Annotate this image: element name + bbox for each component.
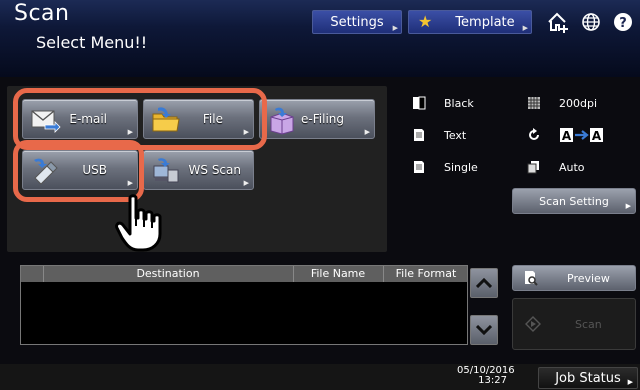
- help-icon[interactable]: ?: [610, 11, 636, 33]
- svg-text:A: A: [592, 129, 602, 143]
- resolution-icon: [528, 97, 540, 109]
- auto-size-icon: [527, 161, 539, 174]
- arrow-up-icon: [476, 278, 492, 288]
- job-status-label: Job Status: [555, 370, 621, 386]
- scan-screen: Scan Select Menu!! Settings ▶ ★ Template…: [0, 0, 640, 390]
- ws-scan-label: WS Scan: [188, 163, 241, 177]
- svg-text:?: ?: [619, 16, 627, 31]
- scan-start-icon: [525, 316, 541, 332]
- settings-button[interactable]: Settings ▶: [312, 10, 402, 34]
- black-mode-icon: [413, 96, 426, 110]
- submenu-arrow-icon: ▶: [522, 24, 528, 32]
- resolution-value: 200dpi: [559, 96, 598, 110]
- resolution-setting[interactable]: 200dpi: [527, 92, 597, 114]
- date-time: 05/10/2016 13:27: [457, 366, 515, 386]
- submenu-arrow-icon: ▶: [625, 202, 631, 210]
- size-setting[interactable]: Auto: [527, 156, 585, 178]
- submenu-arrow-icon: ▶: [392, 24, 398, 32]
- app-title: Scan: [14, 1, 70, 26]
- destination-table[interactable]: Destination File Name File Format: [20, 265, 468, 345]
- preview-button[interactable]: Preview: [512, 265, 636, 291]
- pointing-hand-icon: [115, 194, 162, 252]
- header-bar: Scan Select Menu!! Settings ▶ ★ Template…: [0, 0, 640, 77]
- scroll-up-button[interactable]: [470, 268, 498, 298]
- color-mode-setting[interactable]: Black: [412, 92, 474, 114]
- settings-label: Settings: [330, 14, 384, 30]
- text-document-icon: [414, 129, 424, 141]
- ws-scan-button[interactable]: WS Scan ▶: [143, 150, 254, 190]
- column-destination: Destination: [136, 267, 200, 280]
- template-button[interactable]: ★ Template ▶: [408, 10, 532, 34]
- column-file-format: File Format: [395, 267, 457, 280]
- original-mode-setting[interactable]: Text: [412, 124, 466, 146]
- submenu-arrow-icon: ▶: [364, 128, 370, 136]
- page-instruction: Select Menu!!: [36, 33, 148, 52]
- time-text: 13:27: [478, 375, 507, 386]
- template-label: Template: [455, 14, 515, 30]
- column-file-name: File Name: [310, 267, 366, 280]
- size-value: Auto: [559, 160, 585, 174]
- efiling-box-icon: [270, 107, 294, 135]
- duplex-setting[interactable]: Single: [412, 156, 478, 178]
- scan-label: Scan: [575, 317, 602, 331]
- single-sided-icon: [414, 161, 424, 173]
- highlight-outline-usb: [13, 140, 144, 202]
- svg-text:A: A: [562, 129, 572, 143]
- original-mode-value: Text: [444, 128, 467, 142]
- globe-icon[interactable]: [578, 11, 604, 33]
- job-status-button[interactable]: Job Status ▶: [538, 367, 638, 389]
- preview-icon: [525, 271, 538, 286]
- scroll-down-button[interactable]: [470, 315, 498, 345]
- scan-setting-label: Scan Setting: [539, 194, 609, 208]
- duplex-value: Single: [444, 160, 478, 174]
- home-add-icon[interactable]: [545, 11, 571, 33]
- efiling-button[interactable]: e-Filing ▶: [259, 99, 375, 139]
- star-icon: ★: [418, 12, 433, 31]
- arrow-down-icon: [476, 325, 492, 335]
- preview-label: Preview: [567, 271, 610, 285]
- scan-setting-button[interactable]: Scan Setting ▶: [512, 188, 636, 214]
- table-header: Destination File Name File Format: [21, 266, 467, 282]
- rotate-icon: [529, 128, 539, 140]
- ws-scan-icon: [153, 158, 179, 183]
- rotation-setting[interactable]: A A: [527, 124, 607, 146]
- efiling-label: e-Filing: [301, 112, 344, 126]
- submenu-arrow-icon: ▶: [627, 378, 633, 386]
- orientation-a-to-a-icon: A A: [560, 128, 603, 143]
- scan-button[interactable]: Scan: [512, 298, 636, 350]
- submenu-arrow-icon: ▶: [243, 179, 249, 187]
- color-mode-value: Black: [444, 96, 474, 110]
